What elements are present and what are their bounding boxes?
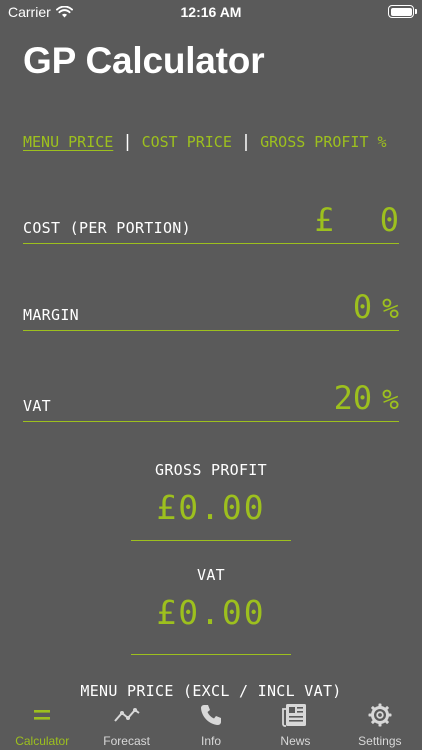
cost-field[interactable]: COST (PER PORTION) £ 0: [23, 196, 399, 244]
gross-profit-value: £0.00: [156, 488, 266, 527]
gear-icon: [366, 702, 394, 728]
mode-selector: MENU PRICE | COST PRICE | GROSS PROFIT %: [23, 132, 403, 152]
mode-cost-price[interactable]: COST PRICE: [142, 133, 232, 151]
newspaper-icon: [281, 702, 309, 728]
tab-settings[interactable]: Settings: [338, 698, 422, 750]
tab-info[interactable]: Info: [169, 698, 253, 750]
mode-menu-price[interactable]: MENU PRICE: [23, 133, 113, 151]
tab-label: News: [280, 734, 311, 748]
tab-news[interactable]: News: [253, 698, 337, 750]
status-time: 12:16 AM: [180, 4, 242, 20]
mode-separator: |: [240, 132, 252, 152]
battery-icon: [388, 5, 417, 18]
tab-label: Calculator: [15, 734, 70, 748]
vat-input[interactable]: 20 %: [334, 379, 399, 417]
tab-forecast[interactable]: Forecast: [84, 698, 168, 750]
vat-field[interactable]: VAT 20 %: [23, 372, 399, 422]
mode-gross-profit[interactable]: GROSS PROFIT %: [260, 133, 386, 151]
chart-line-icon: [113, 702, 141, 728]
margin-input[interactable]: 0 %: [353, 288, 399, 326]
cost-input[interactable]: £ 0: [314, 201, 399, 239]
tab-label: Info: [201, 734, 222, 748]
vat-value: 20: [333, 379, 373, 417]
gross-profit-divider: [131, 540, 291, 541]
tab-calculator[interactable]: Calculator: [0, 698, 84, 750]
page-title: GP Calculator: [23, 40, 265, 81]
vat-result-divider: [131, 654, 291, 655]
gross-profit-label: GROSS PROFIT: [155, 461, 267, 479]
margin-value: 0: [352, 288, 373, 326]
cost-value: 0: [379, 201, 399, 239]
tab-label: Settings: [358, 734, 402, 748]
vat-label: VAT: [23, 397, 51, 415]
equals-icon: [28, 702, 56, 728]
mode-separator: |: [122, 132, 133, 152]
currency-symbol: £: [314, 201, 334, 239]
vat-result-label: VAT: [197, 566, 225, 584]
vat-result-value: £0.00: [156, 593, 266, 632]
cost-label: COST (PER PORTION): [23, 219, 191, 237]
status-bar: Carrier 12:16 AM: [0, 0, 422, 24]
percent-symbol: %: [382, 292, 399, 325]
phone-icon: [197, 702, 225, 728]
tab-label: Forecast: [103, 734, 150, 748]
margin-field[interactable]: MARGIN 0 %: [23, 282, 399, 331]
tab-bar: Calculator Forecast Info News Settings: [0, 698, 422, 750]
margin-label: MARGIN: [23, 306, 79, 324]
percent-symbol: %: [382, 383, 399, 416]
